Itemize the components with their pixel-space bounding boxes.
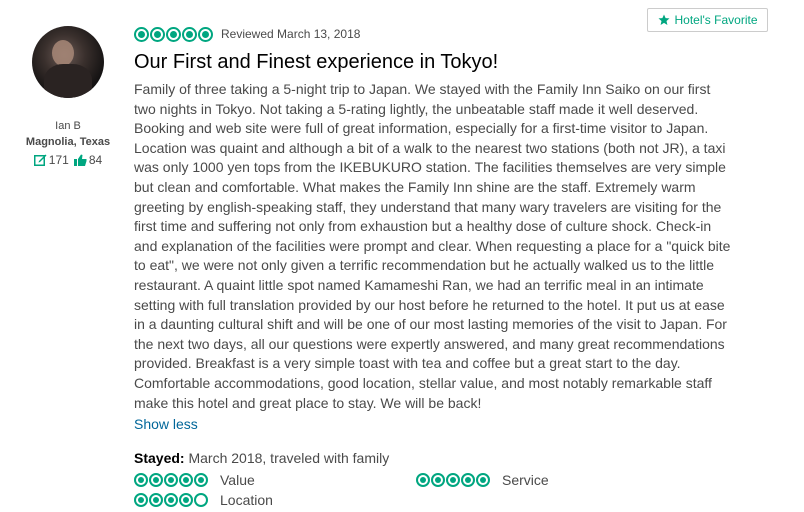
bubble-empty-icon xyxy=(194,493,208,507)
avatar[interactable] xyxy=(32,26,104,98)
rating-bubbles xyxy=(416,473,490,487)
reviews-count: 171 xyxy=(48,153,69,167)
review-title[interactable]: Our First and Finest experience in Tokyo… xyxy=(134,50,734,74)
bubble-filled-icon xyxy=(134,493,148,507)
bubble-filled-icon xyxy=(461,473,475,487)
bubble-filled-icon xyxy=(150,26,165,42)
bubble-filled-icon xyxy=(198,26,213,42)
sub-rating-label: Location xyxy=(220,492,273,508)
reviewer-location: Magnolia, Texas xyxy=(25,136,111,148)
review-content: Reviewed March 13, 2018 Our First and Fi… xyxy=(134,24,734,467)
sub-ratings: Value Service Location xyxy=(134,472,734,512)
bubble-filled-icon xyxy=(164,473,178,487)
bubble-filled-icon xyxy=(134,473,148,487)
bubble-filled-icon xyxy=(194,473,208,487)
review-rating-row: Reviewed March 13, 2018 xyxy=(134,24,734,44)
bubble-filled-icon xyxy=(149,473,163,487)
rating-bubbles xyxy=(134,26,213,42)
review-body: Family of three taking a 5-night trip to… xyxy=(134,81,731,411)
bubble-filled-icon xyxy=(182,26,197,42)
bubble-filled-icon xyxy=(179,473,193,487)
stayed-label: Stayed: xyxy=(134,450,185,467)
bubble-filled-icon xyxy=(431,473,445,487)
show-less-link[interactable]: Show less xyxy=(134,414,198,434)
bubble-filled-icon xyxy=(179,493,193,507)
sub-rating-label: Value xyxy=(220,472,255,488)
thumbs-up-icon xyxy=(73,154,87,166)
helpful-votes: 84 xyxy=(88,153,103,167)
pencil-icon xyxy=(33,154,47,166)
sub-rating-label: Service xyxy=(502,472,549,488)
bubble-filled-icon xyxy=(166,26,181,42)
sub-rating-service: Service xyxy=(416,472,549,488)
bubble-filled-icon xyxy=(416,473,430,487)
bubble-filled-icon xyxy=(164,493,178,507)
bubble-filled-icon xyxy=(446,473,460,487)
bubble-filled-icon xyxy=(134,26,149,42)
sub-rating-location: Location xyxy=(134,492,273,508)
bubble-filled-icon xyxy=(149,493,163,507)
reviewer-name[interactable]: Ian B xyxy=(18,120,118,132)
reviewer-card: Ian B Magnolia, Texas 171 84 xyxy=(18,20,118,167)
rating-bubbles xyxy=(134,493,208,507)
stayed-info: Stayed: March 2018, traveled with family xyxy=(134,449,734,467)
sub-rating-value: Value xyxy=(134,472,255,488)
review-date: Reviewed March 13, 2018 xyxy=(221,27,361,41)
reviewer-stats: 171 84 xyxy=(18,153,118,167)
stayed-value: March 2018, traveled with family xyxy=(188,450,390,467)
bubble-filled-icon xyxy=(476,473,490,487)
rating-bubbles xyxy=(134,473,208,487)
